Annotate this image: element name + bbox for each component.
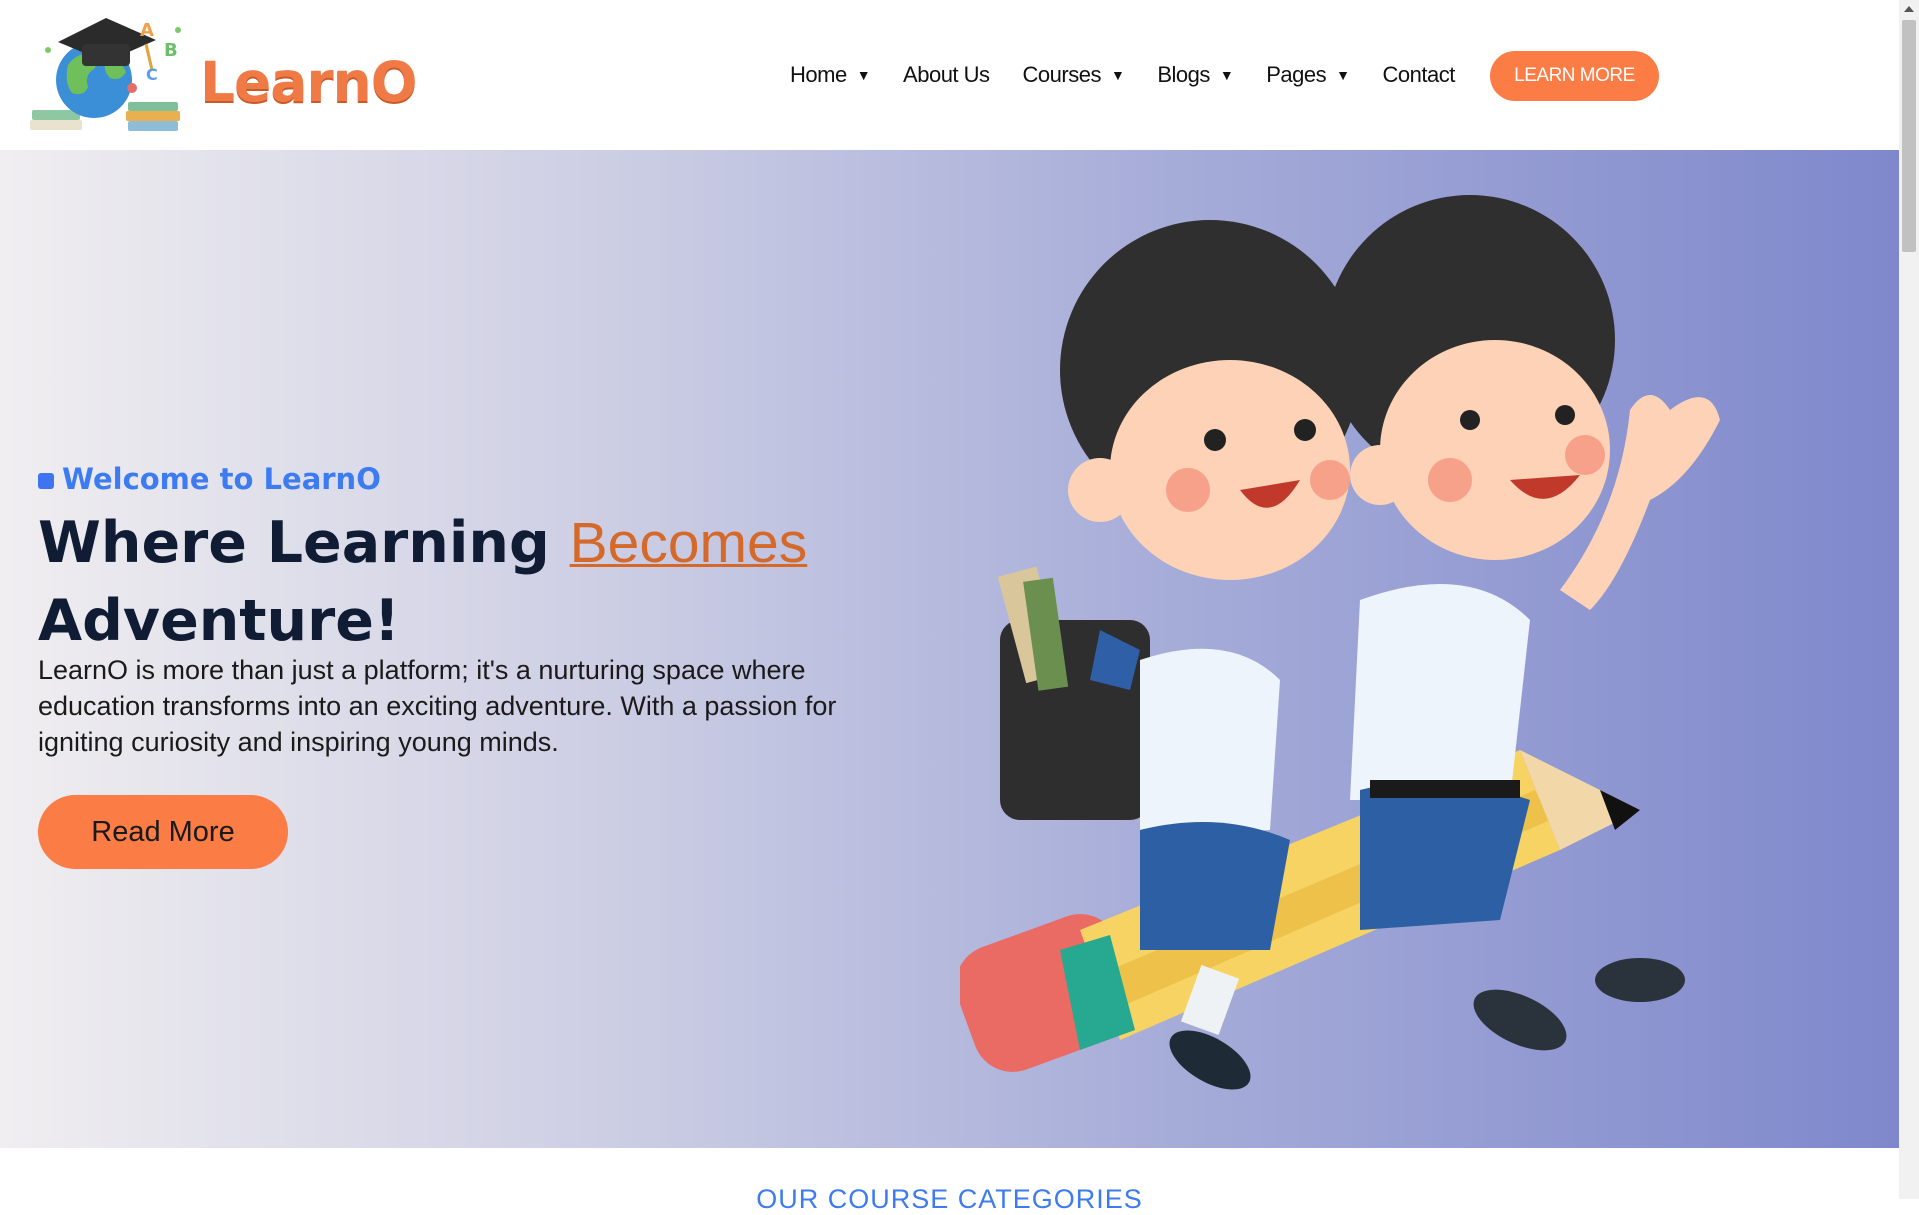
course-categories-heading: OUR COURSE CATEGORIES bbox=[756, 1184, 1143, 1214]
logo[interactable]: A B C LearnO bbox=[28, 10, 417, 142]
square-bullet-icon bbox=[38, 473, 54, 489]
nav-item-label: Contact bbox=[1382, 61, 1455, 87]
svg-text:B: B bbox=[164, 40, 178, 61]
nav-item-contact[interactable]: Contact bbox=[1382, 61, 1455, 88]
scroll-up-arrow-icon[interactable] bbox=[1904, 6, 1914, 12]
caret-down-icon: ▼ bbox=[1219, 66, 1234, 83]
nav-item-label: About Us bbox=[903, 61, 990, 87]
nav-item-label: Courses bbox=[1022, 61, 1102, 87]
hero-tag-text: Welcome to LearnO bbox=[62, 462, 381, 496]
hero-section: Welcome to LearnO Where Learning Becomes… bbox=[0, 150, 1899, 1148]
brand-name: LearnO bbox=[200, 50, 417, 114]
caret-down-icon: ▼ bbox=[856, 66, 871, 83]
headline-accent: Becomes bbox=[569, 511, 808, 575]
page-scrollbar[interactable] bbox=[1899, 0, 1919, 1199]
scroll-thumb[interactable] bbox=[1902, 20, 1916, 252]
hero-headline: Where Learning Becomes Adventure! bbox=[38, 504, 938, 660]
svg-text:C: C bbox=[146, 65, 158, 84]
nav-item-blogs[interactable]: Blogs ▼ bbox=[1157, 62, 1233, 88]
main-nav: Home ▼ About Us Courses ▼ Blogs ▼ Pages … bbox=[790, 52, 1488, 97]
nav-item-courses[interactable]: Courses ▼ bbox=[1023, 62, 1125, 88]
boy-figure bbox=[1325, 195, 1720, 1051]
headline-text-line2: Adventure! bbox=[38, 588, 400, 654]
hero-description: LearnO is more than just a platform; it'… bbox=[38, 655, 837, 757]
caret-down-icon: ▼ bbox=[1336, 66, 1350, 83]
svg-text:A: A bbox=[140, 20, 154, 41]
learn-more-button[interactable]: LEARN MORE bbox=[1490, 51, 1659, 101]
nav-item-pages[interactable]: Pages ▼ bbox=[1266, 61, 1350, 88]
site-header: A B C LearnO Home ▼ About Us Courses ▼ B… bbox=[0, 0, 1899, 150]
headline-text: Where Learning bbox=[38, 510, 570, 576]
nav-item-label: Blogs bbox=[1157, 61, 1210, 87]
globe-graduation-logo-icon: A B C bbox=[30, 18, 181, 131]
nav-item-label: Home bbox=[790, 61, 847, 87]
nav-item-home[interactable]: Home ▼ bbox=[790, 61, 871, 88]
hero-tag: Welcome to LearnO bbox=[38, 462, 381, 496]
nav-item-about-us[interactable]: About Us bbox=[903, 62, 990, 88]
nav-item-label: Pages bbox=[1266, 61, 1327, 87]
caret-down-icon: ▼ bbox=[1110, 66, 1125, 83]
read-more-button[interactable]: Read More bbox=[38, 795, 288, 869]
kids-riding-pencil-illustration bbox=[960, 195, 1720, 1090]
